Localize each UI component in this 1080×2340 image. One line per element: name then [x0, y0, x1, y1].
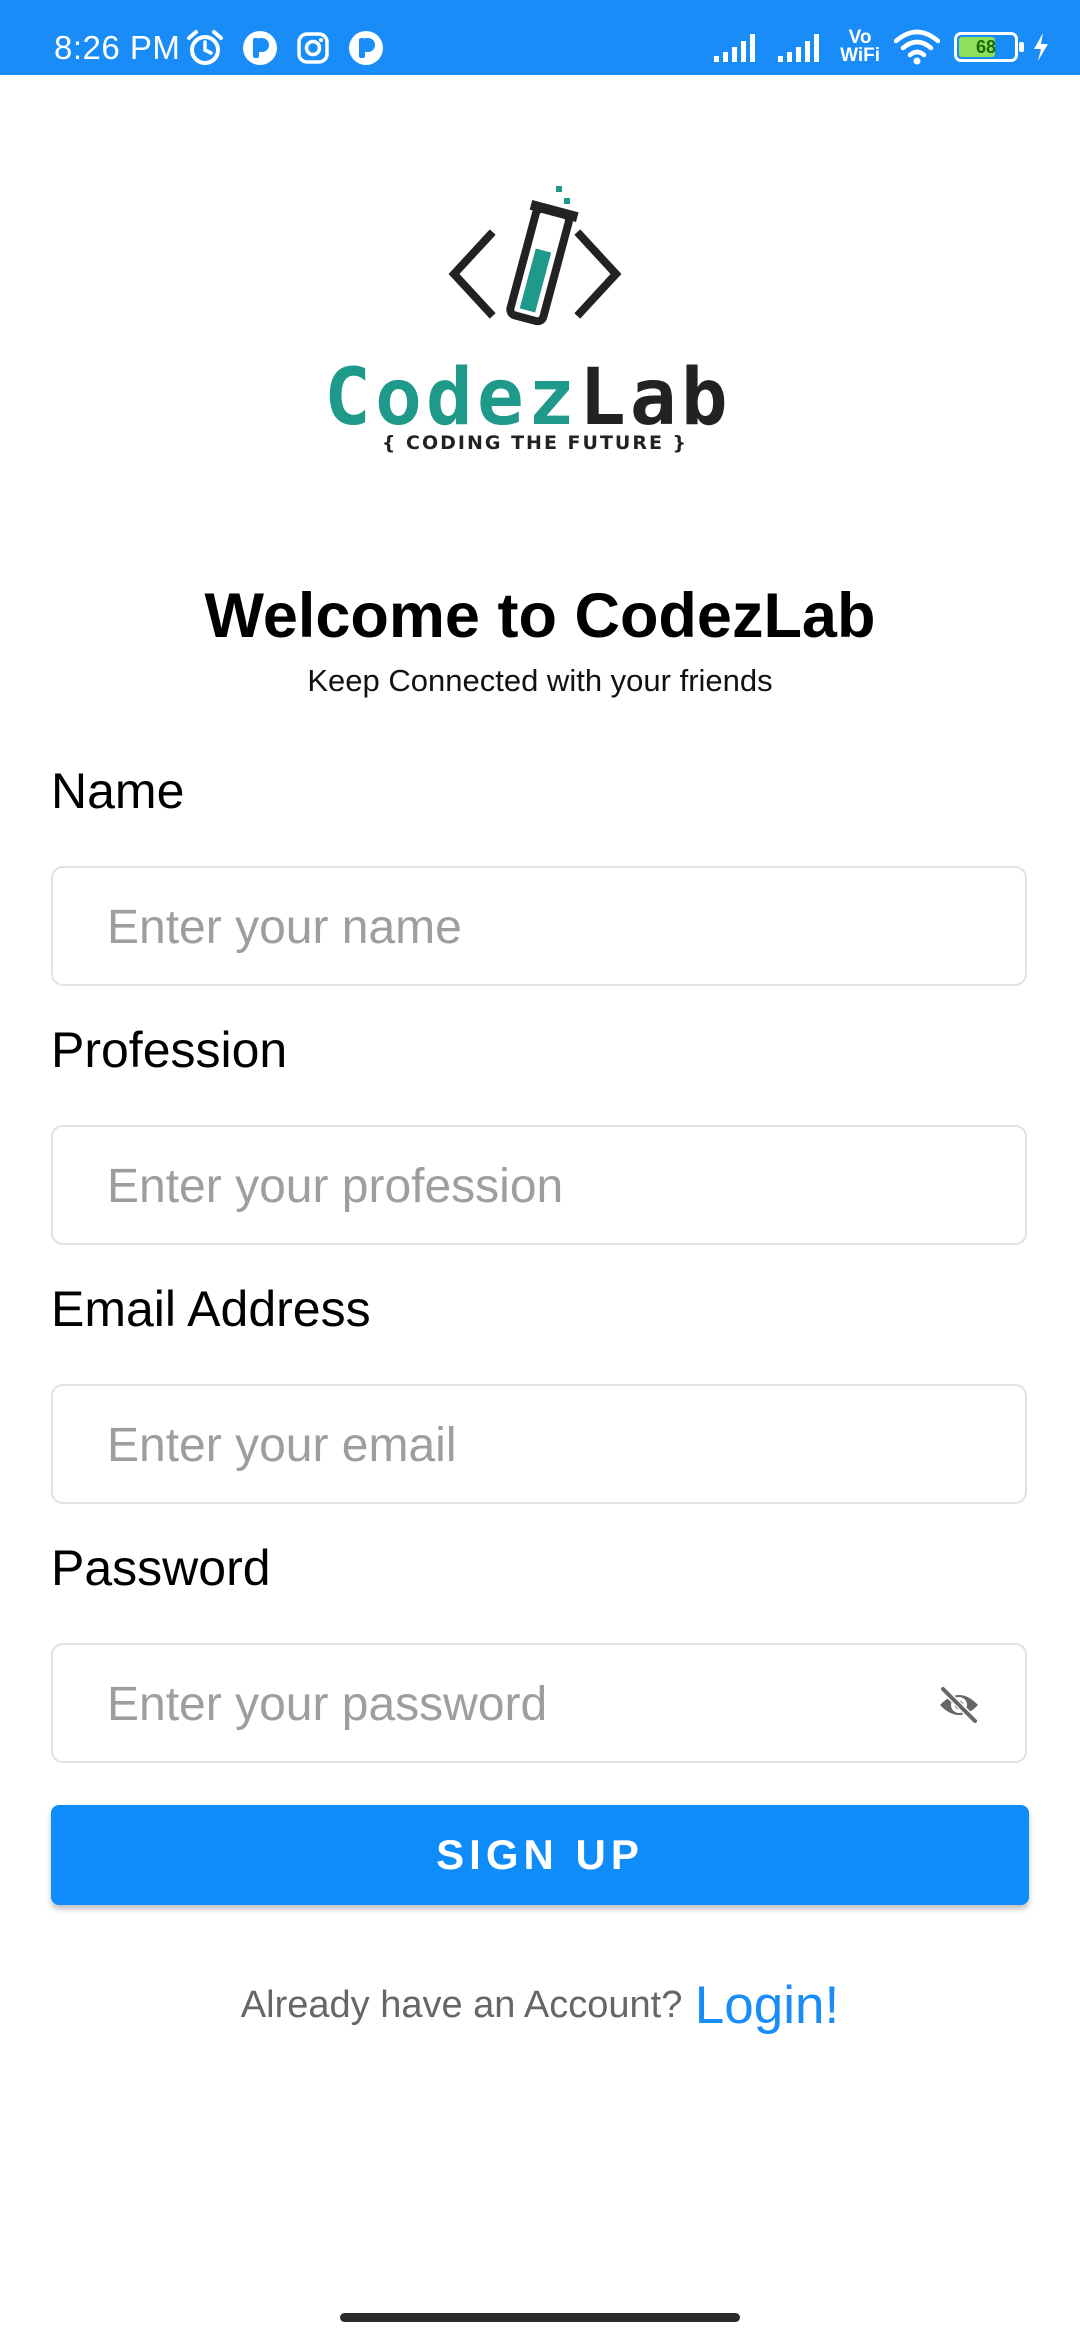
logo-word-lab: Lab: [578, 353, 732, 443]
vowifi-indicator: Vo WiFi: [840, 28, 880, 66]
password-input[interactable]: [105, 1645, 929, 1763]
logo-word-codez: Codez: [324, 353, 579, 443]
profession-label: Profession: [51, 1022, 288, 1078]
codezlab-logo: CodezLab { CODING THE FUTURE }: [320, 180, 750, 470]
name-field[interactable]: [51, 866, 1027, 986]
profession-input[interactable]: [105, 1127, 929, 1245]
logo-tagline: { CODING THE FUTURE }: [381, 432, 689, 454]
profession-field[interactable]: [51, 1125, 1027, 1245]
logo-graphic: [448, 186, 622, 326]
app-notification-icon: [349, 31, 383, 65]
signal-icon: [778, 34, 820, 62]
login-row: Already have an Account? Login!: [0, 1975, 1080, 2036]
eye-off-icon[interactable]: [937, 1685, 981, 1725]
login-link[interactable]: Login!: [695, 1976, 839, 2035]
battery-level: 68: [975, 37, 997, 57]
home-indicator[interactable]: [340, 2313, 740, 2322]
page-title: Welcome to CodezLab: [204, 581, 876, 651]
status-time: 8:26 PM: [54, 29, 181, 66]
email-field[interactable]: [51, 1384, 1027, 1504]
battery-icon: 68: [954, 32, 1024, 62]
signup-button[interactable]: SIGN UP: [51, 1805, 1029, 1905]
app-notification-icon: [243, 31, 277, 65]
login-prompt: Already have an Account?: [240, 1984, 683, 2026]
instagram-icon: [297, 32, 329, 64]
email-label: Email Address: [51, 1281, 371, 1337]
password-field[interactable]: [51, 1643, 1027, 1763]
wifi-icon: [894, 29, 940, 65]
page-subtitle: Keep Connected with your friends: [307, 663, 773, 698]
password-label: Password: [51, 1540, 271, 1596]
status-left-icons: [186, 25, 384, 71]
status-right-icons: Vo WiFi 68: [712, 22, 1050, 72]
alarm-icon: [187, 30, 223, 65]
email-input[interactable]: [105, 1386, 929, 1504]
vowifi-bottom: WiFi: [840, 45, 880, 66]
status-bar: 8:26 PM Vo WiFi 68: [0, 0, 1080, 75]
charging-icon: [1034, 33, 1048, 61]
signal-icon: [714, 34, 756, 62]
name-input[interactable]: [105, 868, 929, 986]
logo-wordmark: CodezLab: [324, 358, 732, 438]
name-label: Name: [51, 763, 185, 819]
